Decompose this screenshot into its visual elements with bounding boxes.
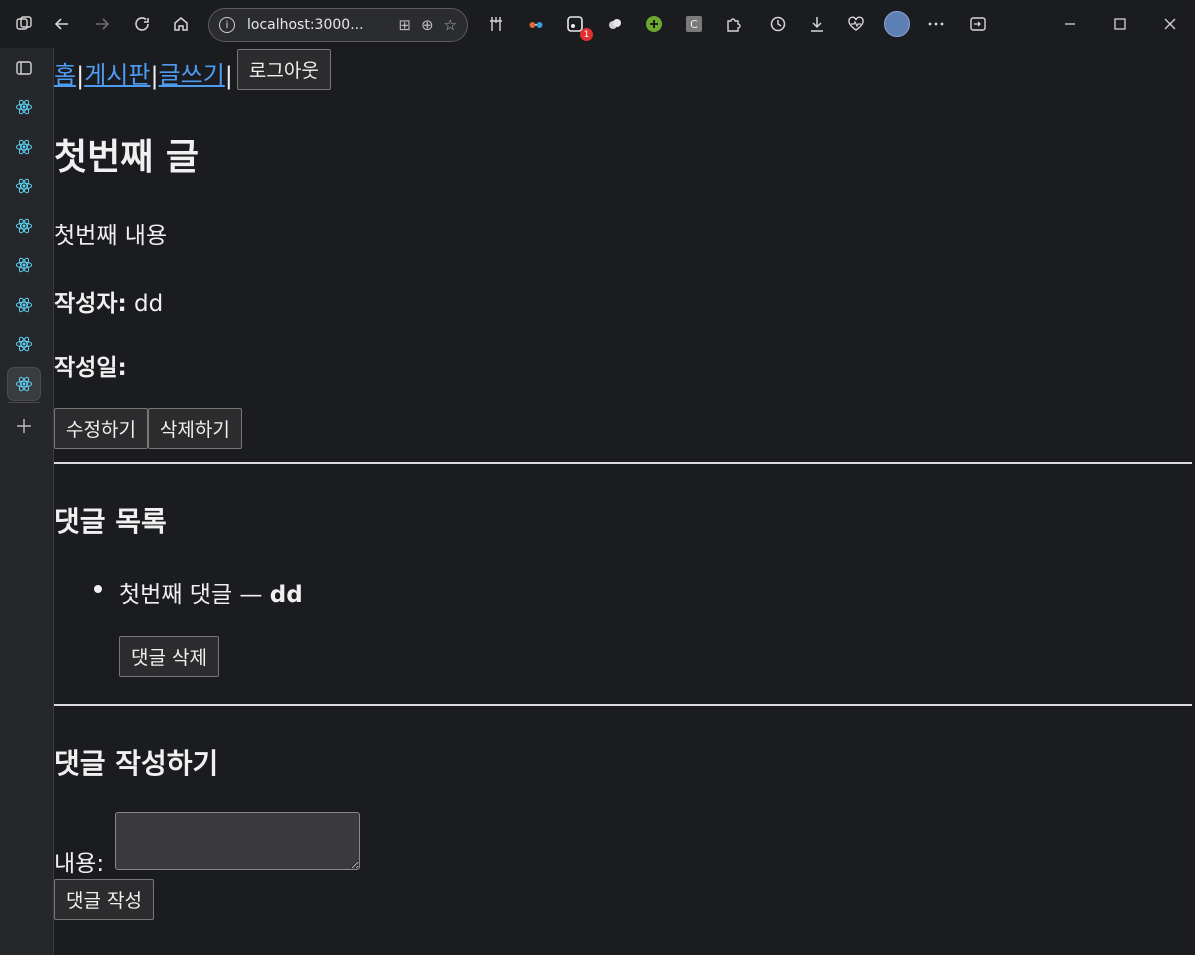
page-content: 홈 | 게시판 | 글쓰기 | 로그아웃 첫번째 글 첫번째 내용 작성자: d… <box>54 48 1195 955</box>
comment-text: 첫번째 댓글 — <box>119 582 270 608</box>
divider <box>54 462 1192 464</box>
tab-react-app[interactable] <box>8 328 40 360</box>
react-logo-icon <box>15 139 33 154</box>
extension-plus-icon[interactable] <box>640 10 668 38</box>
logout-button[interactable]: 로그아웃 <box>236 49 331 90</box>
submit-comment-button[interactable]: 댓글 작성 <box>54 879 154 920</box>
post-content: 첫번째 내용 <box>54 223 168 249</box>
app-available-icon[interactable]: ⊞ <box>398 16 411 34</box>
workspaces-icon[interactable] <box>10 10 38 38</box>
comment-content-input[interactable] <box>115 812 360 870</box>
history-icon[interactable] <box>764 10 792 38</box>
avatar <box>884 11 910 37</box>
home-icon[interactable] <box>167 10 195 38</box>
nav-separator: | <box>224 62 233 90</box>
author-label: 작성자: <box>54 291 127 317</box>
extension-tools-icon[interactable] <box>482 10 510 38</box>
tab-react-app[interactable] <box>8 249 40 281</box>
tab-react-app[interactable] <box>8 91 40 123</box>
edit-post-button[interactable]: 수정하기 <box>54 408 148 449</box>
extension-c-icon[interactable]: C <box>680 10 708 38</box>
nav-link-board[interactable]: 게시판 <box>84 55 150 90</box>
tab-react-app[interactable] <box>8 170 40 202</box>
comment-form-heading: 댓글 작성하기 <box>54 747 219 780</box>
extension-badge-icon[interactable]: 1 <box>561 10 593 41</box>
nav-link-write[interactable]: 글쓰기 <box>159 55 225 90</box>
address-url[interactable]: localhost:3000... <box>247 17 388 33</box>
extension-glasses-icon[interactable] <box>522 10 550 38</box>
author-value: dd <box>134 291 164 317</box>
react-logo-icon <box>15 257 33 273</box>
more-menu-icon[interactable] <box>922 10 950 38</box>
nav-link-home[interactable]: 홈 <box>54 55 76 90</box>
address-bar[interactable]: i localhost:3000... ⊞ ⊕ ☆ <box>208 8 468 42</box>
tab-divider <box>8 402 40 403</box>
downloads-icon[interactable] <box>803 10 831 38</box>
nav-separator: | <box>76 62 85 90</box>
svg-text:C: C <box>690 18 698 31</box>
back-icon[interactable] <box>48 10 76 38</box>
nav-separator: | <box>150 62 159 90</box>
sidebar-toggle-icon[interactable] <box>964 10 992 38</box>
react-logo-icon <box>15 336 33 352</box>
post-title: 첫번째 글 <box>54 137 200 178</box>
close-window-icon[interactable] <box>1156 10 1184 38</box>
list-bullet <box>94 585 102 593</box>
maximize-icon[interactable] <box>1106 10 1134 38</box>
refresh-icon[interactable] <box>128 10 156 38</box>
divider <box>54 704 1192 706</box>
site-info-icon[interactable]: i <box>219 17 235 33</box>
react-logo-icon <box>15 376 33 391</box>
profile-avatar[interactable] <box>883 10 911 38</box>
react-logo-icon <box>15 297 33 312</box>
forward-icon[interactable] <box>88 10 116 38</box>
tab-react-app[interactable] <box>8 367 40 400</box>
react-logo-icon <box>15 99 33 115</box>
extensions-puzzle-icon[interactable] <box>719 10 747 38</box>
notification-badge: 1 <box>580 28 593 41</box>
zoom-icon[interactable]: ⊕ <box>421 16 434 34</box>
vertical-tab-strip <box>0 48 54 955</box>
tab-react-app[interactable] <box>8 289 40 321</box>
react-logo-icon <box>15 218 33 233</box>
comment-author: dd <box>269 582 303 608</box>
new-tab-plus-icon[interactable] <box>8 410 40 442</box>
post-author: 작성자: dd <box>54 284 163 318</box>
comments-heading: 댓글 목록 <box>54 505 167 538</box>
favorite-star-icon[interactable]: ☆ <box>444 16 457 34</box>
post-actions: 수정하기 삭제하기 <box>54 408 242 449</box>
date-label: 작성일: <box>54 355 127 381</box>
tab-react-app[interactable] <box>8 131 40 163</box>
react-logo-icon <box>15 178 33 194</box>
delete-post-button[interactable]: 삭제하기 <box>147 408 242 449</box>
extension-cloud-icon[interactable] <box>601 10 629 38</box>
comment-item: 첫번째 댓글 — dd <box>119 575 303 609</box>
comment-content-label: 내용: <box>54 851 105 877</box>
minimize-icon[interactable] <box>1056 10 1084 38</box>
browser-toolbar: i localhost:3000... ⊞ ⊕ ☆ 1 C <box>0 0 1195 48</box>
tab-actions-icon[interactable] <box>8 52 40 84</box>
post-date: 작성일: <box>54 348 127 382</box>
delete-comment-button[interactable]: 댓글 삭제 <box>119 636 219 677</box>
performance-heart-icon[interactable] <box>842 10 870 38</box>
tab-react-app[interactable] <box>8 210 40 242</box>
top-nav: 홈 | 게시판 | 글쓰기 | 로그아웃 <box>54 48 331 90</box>
